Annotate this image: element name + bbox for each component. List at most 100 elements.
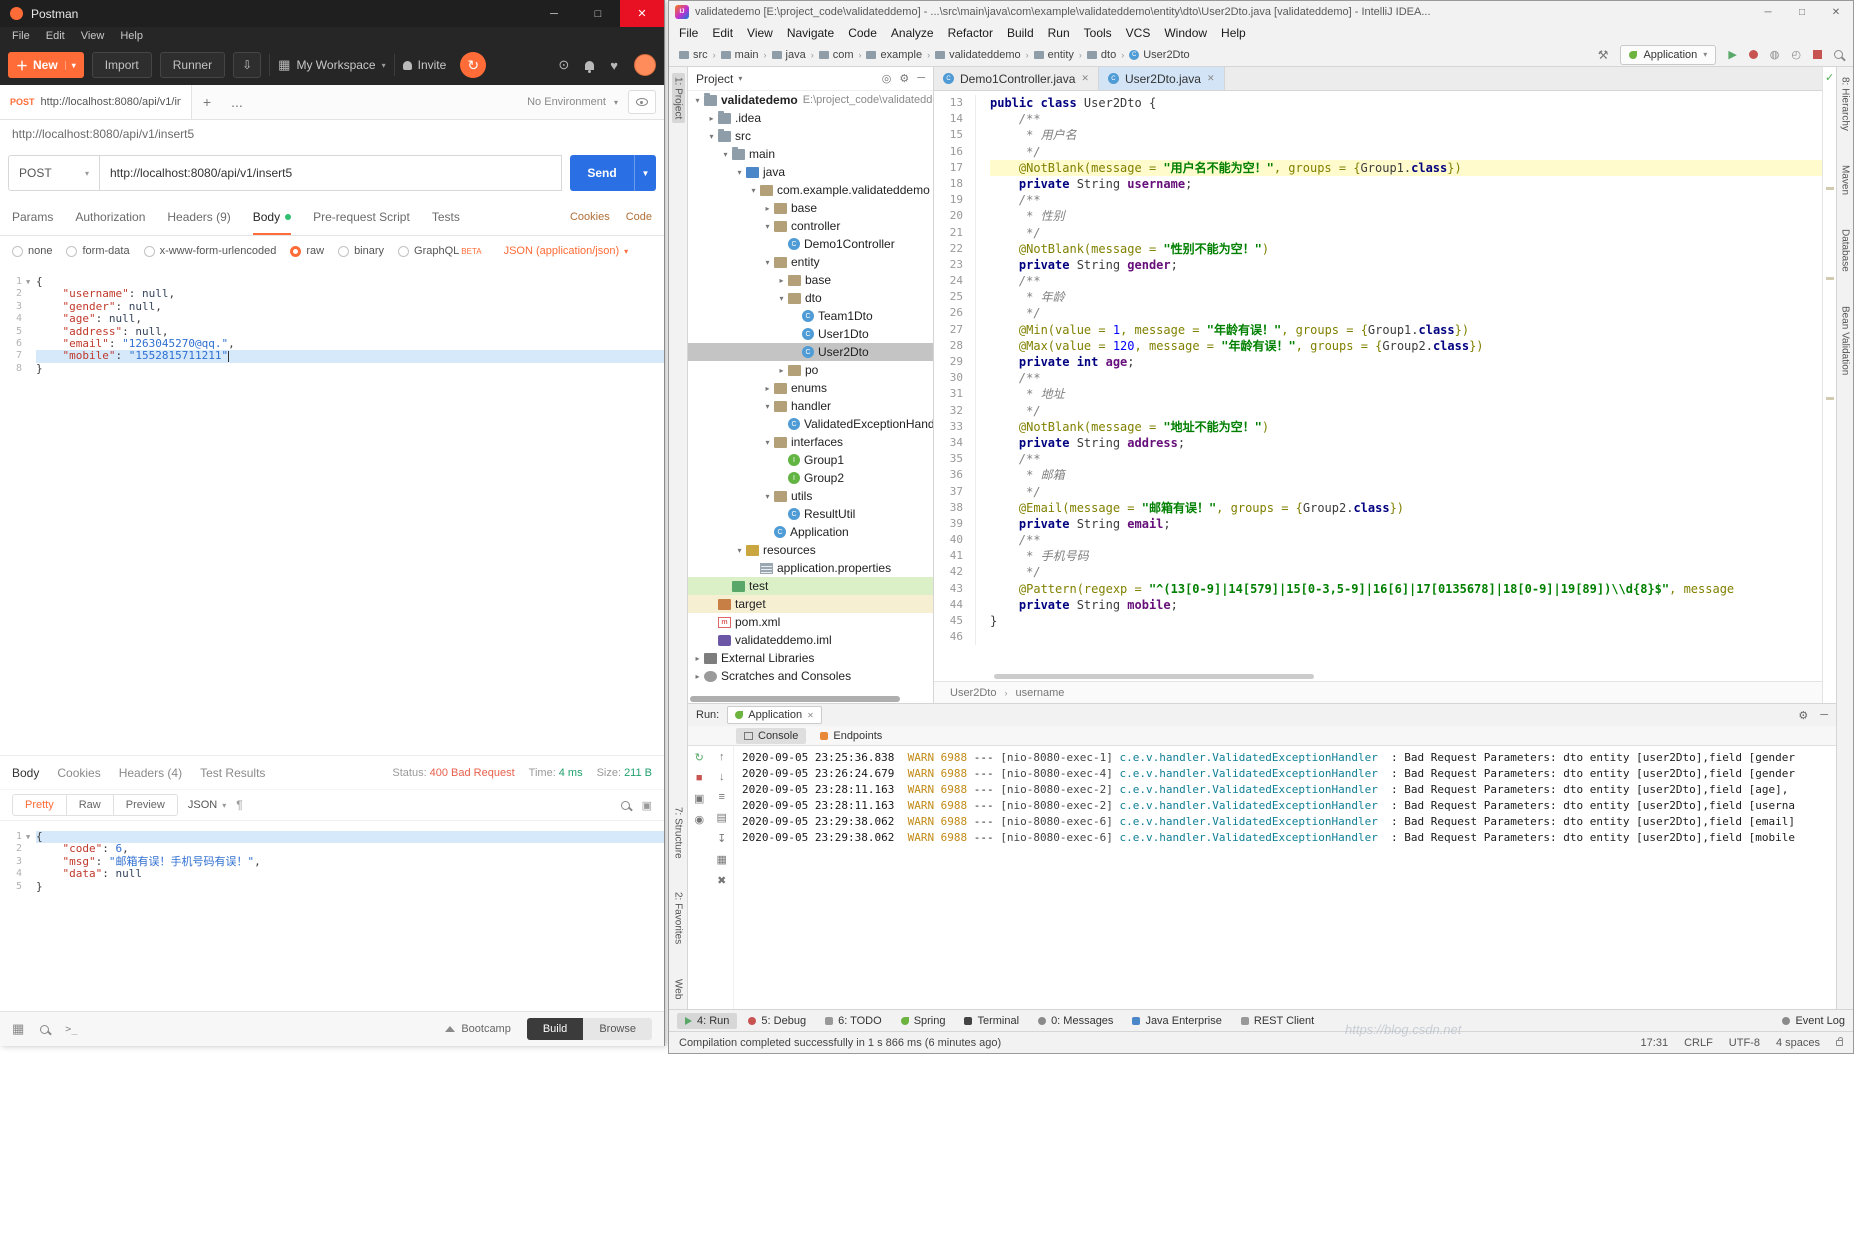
browse-tab[interactable]: Browse: [583, 1018, 652, 1040]
tree-arrow-icon[interactable]: ▾: [748, 186, 759, 195]
environment-quick-look-button[interactable]: [628, 90, 656, 114]
tree-item-test[interactable]: test: [688, 577, 933, 595]
clear-console-icon[interactable]: ✖: [717, 874, 726, 887]
tree-item-base[interactable]: ▸ base: [688, 199, 933, 217]
toolwindow-button-4-run[interactable]: 4: Run: [677, 1012, 738, 1029]
tree-item-java[interactable]: ▾ java: [688, 163, 933, 181]
hide-panel-icon[interactable]: ─: [1820, 709, 1828, 722]
line-separator[interactable]: CRLF: [1684, 1037, 1713, 1049]
inspections-ok-icon[interactable]: ✓: [1825, 71, 1834, 84]
gear-icon[interactable]: ⚙: [1798, 709, 1808, 722]
project-horizontal-scrollbar[interactable]: [688, 695, 933, 703]
menu-item-vcs[interactable]: VCS: [1126, 26, 1151, 40]
response-tab-body[interactable]: Body: [12, 766, 39, 780]
fold-icon[interactable]: ▼: [26, 276, 36, 288]
tree-arrow-icon[interactable]: ▾: [762, 492, 773, 501]
locate-icon[interactable]: ◎: [882, 72, 892, 85]
breadcrumb-dto[interactable]: dto: [1086, 49, 1116, 61]
new-button[interactable]: ＋ New ▾: [8, 52, 84, 78]
tree-arrow-icon[interactable]: ▸: [762, 384, 773, 393]
pin-icon[interactable]: ◉: [694, 813, 704, 826]
tool-tab-7-structure[interactable]: 7: Structure: [672, 803, 685, 863]
tree-arrow-icon[interactable]: ▾: [706, 132, 717, 141]
build-tab[interactable]: Build: [526, 1018, 584, 1040]
toolwindow-button-5-debug[interactable]: 5: Debug: [740, 1013, 814, 1029]
menu-item-analyze[interactable]: Analyze: [891, 26, 934, 40]
tree-item-external-libraries[interactable]: ▸ External Libraries: [688, 649, 933, 667]
menu-item-build[interactable]: Build: [1007, 26, 1034, 40]
request-tab-body[interactable]: Body: [253, 198, 292, 235]
caret-position[interactable]: 17:31: [1641, 1037, 1669, 1049]
tool-tab-1-project[interactable]: 1: Project: [671, 73, 685, 124]
tree-item-main[interactable]: ▾ main: [688, 145, 933, 163]
tree-item-group2[interactable]: I Group2: [688, 469, 933, 487]
send-options-button[interactable]: ▼: [634, 155, 656, 191]
menu-item-tools[interactable]: Tools: [1084, 26, 1112, 40]
menu-item-view[interactable]: View: [81, 30, 105, 42]
tree-arrow-icon[interactable]: ▾: [762, 438, 773, 447]
workspace-selector[interactable]: ▦ My Workspace ▾: [278, 57, 385, 73]
breadcrumb-com[interactable]: com: [818, 49, 853, 61]
toolwindow-button-rest-client[interactable]: REST Client: [1233, 1013, 1322, 1029]
tree-arrow-icon[interactable]: ▾: [692, 96, 703, 105]
down-stack-icon[interactable]: ↓: [719, 771, 725, 783]
tree-item-dto[interactable]: ▾ dto: [688, 289, 933, 307]
apps-grid-icon[interactable]: ▦: [12, 1021, 24, 1037]
tree-item-pom-xml[interactable]: m pom.xml: [688, 613, 933, 631]
file-encoding[interactable]: UTF-8: [1729, 1037, 1760, 1049]
run-button[interactable]: ▶: [1728, 48, 1736, 61]
response-tab-test-results[interactable]: Test Results: [200, 766, 265, 780]
code-editor[interactable]: 13 public class User2Dto {14 /** 15 * 用户名 1…: [934, 91, 1822, 673]
menu-item-edit[interactable]: Edit: [712, 26, 733, 40]
menu-item-help[interactable]: Help: [120, 30, 143, 42]
gear-icon[interactable]: ⚙: [899, 72, 909, 85]
fold-icon[interactable]: ▼: [26, 831, 36, 843]
tree-arrow-icon[interactable]: ▾: [762, 258, 773, 267]
runner-button[interactable]: Runner: [159, 52, 226, 78]
tree-arrow-icon[interactable]: ▸: [762, 204, 773, 213]
new-tab-button[interactable]: +: [192, 85, 222, 119]
tree-item-validatedemo[interactable]: ▾ validatedemo E:\project_code\validatedd…: [688, 91, 933, 109]
response-body-viewer[interactable]: 1 ▼{2 "code": 6, 3 "msg": "邮箱有误！手机号码有误！", 4…: [0, 821, 664, 1011]
tree-item-resources[interactable]: ▾ resources: [688, 541, 933, 559]
search-icon[interactable]: [40, 1024, 50, 1034]
editor-tab-user2dto-java[interactable]: C User2Dto.java ✕: [1098, 67, 1225, 90]
close-icon[interactable]: ✕: [1207, 73, 1215, 84]
maximize-button[interactable]: □: [1785, 1, 1819, 23]
close-icon[interactable]: ✕: [807, 711, 814, 720]
tree-item-po[interactable]: ▸ po: [688, 361, 933, 379]
tree-arrow-icon[interactable]: ▸: [776, 276, 787, 285]
scrollbar-thumb[interactable]: [994, 674, 1314, 679]
close-icon[interactable]: ✕: [1081, 73, 1089, 84]
toolwindow-button-0-messages[interactable]: 0: Messages: [1030, 1013, 1121, 1029]
stop-icon[interactable]: ■: [696, 772, 703, 784]
invite-button[interactable]: Invite: [402, 58, 446, 72]
copy-icon[interactable]: ▣: [642, 799, 652, 812]
menu-item-navigate[interactable]: Navigate: [787, 26, 834, 40]
method-select[interactable]: POST ▾: [8, 155, 100, 191]
request-tab[interactable]: POST http://localhost:8080/api/v1/in...: [0, 85, 192, 119]
tree-item-controller[interactable]: ▾ controller: [688, 217, 933, 235]
run-tab-application[interactable]: Application ✕: [727, 706, 822, 724]
tree-item-interfaces[interactable]: ▾ interfaces: [688, 433, 933, 451]
request-tab-params[interactable]: Params: [12, 198, 53, 235]
tree-item-handler[interactable]: ▾ handler: [688, 397, 933, 415]
hide-panel-icon[interactable]: ─: [917, 72, 925, 85]
tree-item-demo1controller[interactable]: C Demo1Controller: [688, 235, 933, 253]
editor-breadcrumb-username[interactable]: username: [1015, 687, 1064, 699]
tree-item-target[interactable]: target: [688, 595, 933, 613]
print-icon[interactable]: ▦: [717, 853, 727, 866]
search-icon[interactable]: [620, 800, 630, 810]
stop-button[interactable]: [1813, 50, 1822, 59]
scroll-to-end-icon[interactable]: ↧: [717, 832, 726, 845]
editor-tab-demo1controller-java[interactable]: C Demo1Controller.java ✕: [934, 67, 1099, 90]
tree-item-scratches-and-consoles[interactable]: ▸ Scratches and Consoles: [688, 667, 933, 685]
breadcrumb-java[interactable]: java: [771, 49, 806, 61]
breadcrumb-entity[interactable]: entity: [1033, 49, 1074, 61]
response-format-select[interactable]: JSON ▾: [188, 799, 226, 811]
tree-item-application[interactable]: C Application: [688, 523, 933, 541]
capture-icon[interactable]: ⊙: [558, 57, 569, 73]
tree-item-base[interactable]: ▸ base: [688, 271, 933, 289]
profiler-button[interactable]: ◴: [1791, 48, 1801, 61]
tree-arrow-icon[interactable]: ▾: [762, 402, 773, 411]
